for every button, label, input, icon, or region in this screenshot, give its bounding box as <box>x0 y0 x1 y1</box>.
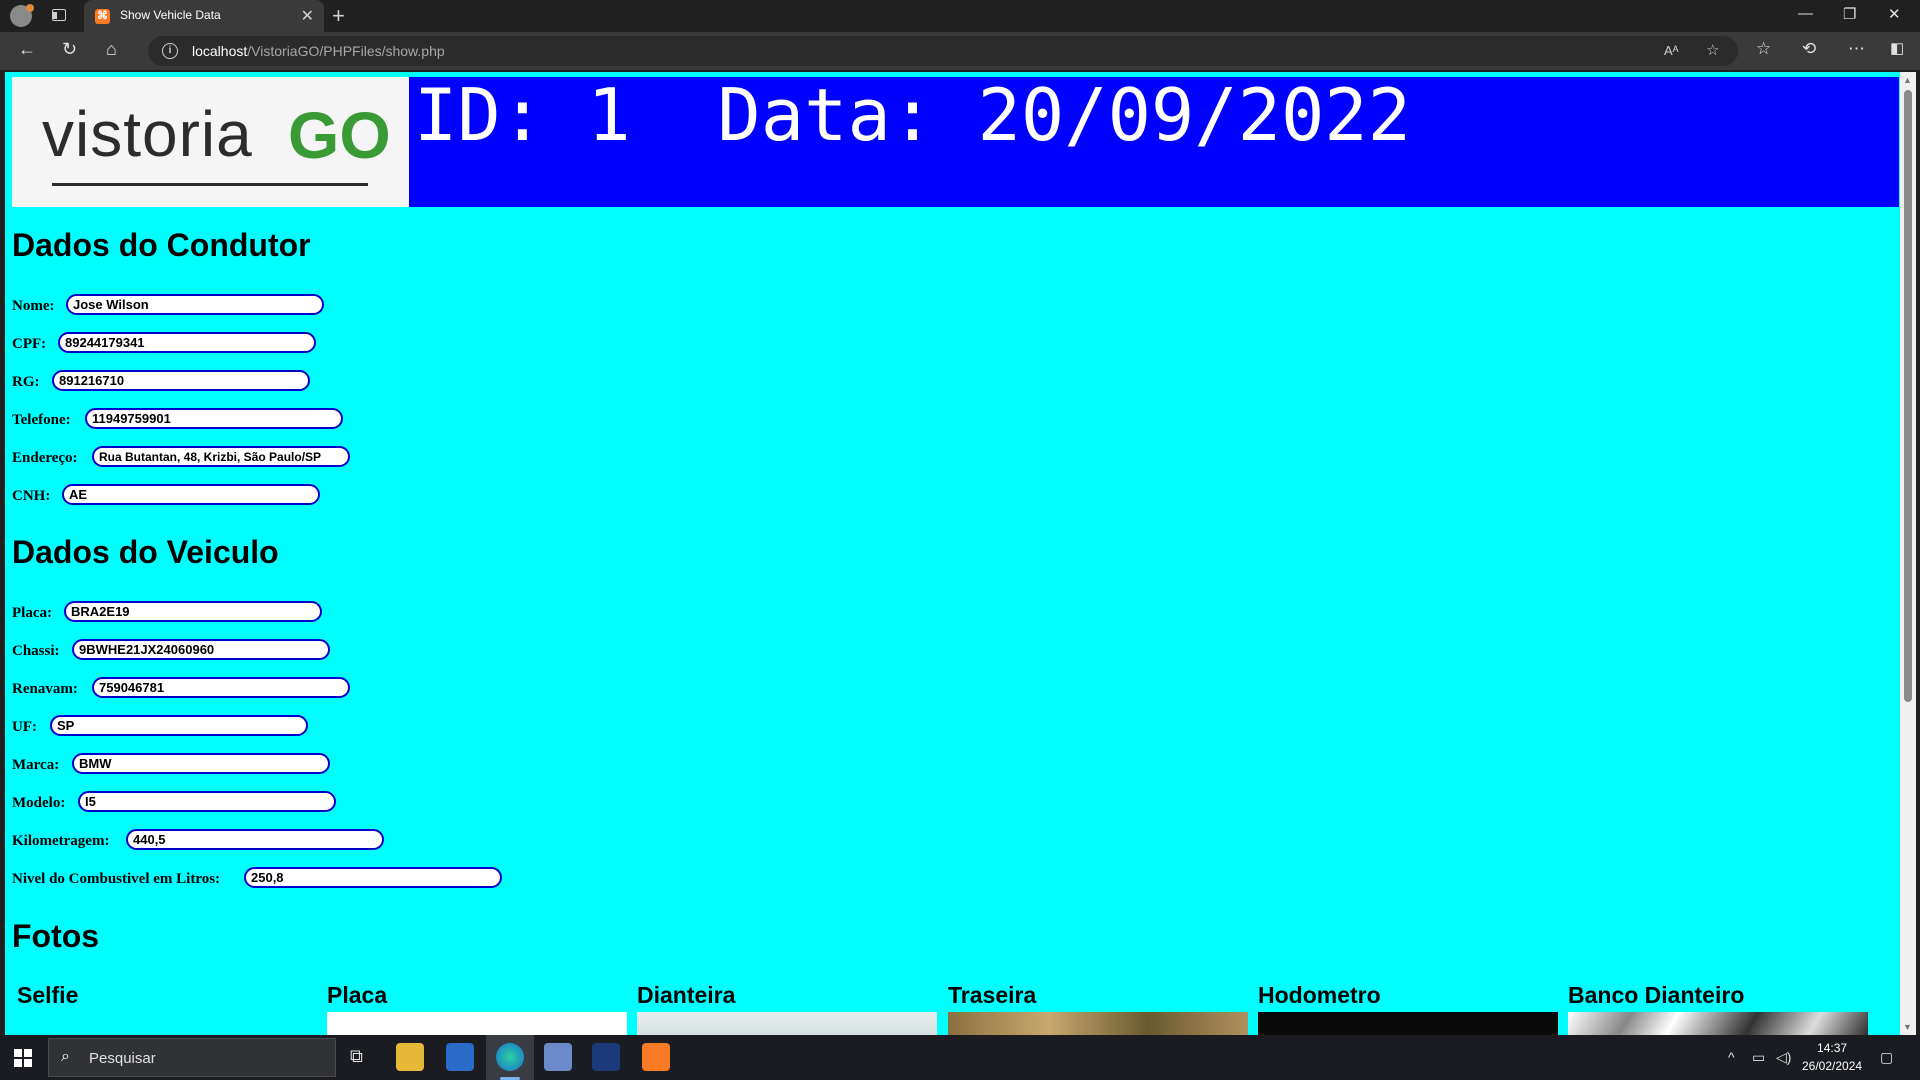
tab-actions-icon[interactable] <box>52 9 66 21</box>
renavam-label: Renavam: <box>12 681 78 697</box>
edge-icon[interactable] <box>496 1043 524 1071</box>
volume-icon[interactable]: ◁) <box>1776 1049 1791 1066</box>
uf-label: UF: <box>12 719 37 735</box>
minimize-icon[interactable]: — <box>1798 5 1813 22</box>
url-text[interactable]: localhost/VistoriaGO/PHPFiles/show.php <box>192 43 445 59</box>
chassi-field[interactable] <box>72 639 330 660</box>
foto-banco-dianteiro-image <box>1568 1012 1868 1035</box>
telefone-label: Telefone: <box>12 412 71 428</box>
vistoria-go-logo: vistoria GO <box>12 77 409 207</box>
foto-traseira-title: Traseira <box>948 982 1037 1008</box>
foto-dianteira-title: Dianteira <box>637 982 736 1008</box>
windows-taskbar: ⌕ Pesquisar ⧉ ^ ▭ ◁) 14:37 26/02/2024 ▢ <box>0 1035 1920 1080</box>
search-icon: ⌕ <box>61 1048 70 1065</box>
read-aloud-icon[interactable]: Aᴬ <box>1664 43 1679 58</box>
rg-field[interactable] <box>52 370 310 391</box>
nome-field[interactable] <box>66 294 324 315</box>
xampp-icon[interactable] <box>642 1043 670 1071</box>
cnh-label: CNH: <box>12 488 51 504</box>
endereco-field[interactable] <box>92 446 350 467</box>
network-icon[interactable]: ▭ <box>1752 1049 1765 1066</box>
tray-chevron-icon[interactable]: ^ <box>1728 1049 1735 1065</box>
nome-label: Nome: <box>12 298 55 314</box>
search-placeholder: Pesquisar <box>89 1050 156 1067</box>
scroll-up-icon[interactable]: ▲ <box>1903 75 1912 85</box>
endereco-label: Endereço: <box>12 450 78 466</box>
placa-field[interactable] <box>64 601 322 622</box>
foto-dianteira-image <box>637 1012 937 1035</box>
task-view-icon[interactable]: ⧉ <box>350 1046 363 1067</box>
foto-banco-dianteiro-title: Banco Dianteiro <box>1568 982 1745 1008</box>
taskbar-clock[interactable]: 14:37 26/02/2024 <box>1802 1039 1862 1075</box>
kilometragem-label: Kilometragem: <box>12 833 110 849</box>
placa-label: Placa: <box>12 605 52 621</box>
logo-text: vistoria <box>42 98 253 170</box>
vscode-icon[interactable] <box>592 1043 620 1071</box>
header-id-date: ID: 1 Data: 20/09/2022 <box>414 73 1411 157</box>
clock-time: 14:37 <box>1817 1041 1848 1055</box>
restore-icon[interactable]: ❐ <box>1843 5 1856 23</box>
foto-hodometro-title: Hodometro <box>1258 982 1381 1008</box>
condutor-section-title: Dados do Condutor <box>12 227 311 263</box>
header-banner: ID: 1 Data: 20/09/2022 <box>409 73 1899 207</box>
foto-hodometro-image <box>1258 1012 1558 1035</box>
close-window-icon[interactable]: ✕ <box>1888 5 1901 23</box>
app-icon-2[interactable] <box>544 1043 572 1071</box>
more-icon[interactable]: ⋯ <box>1848 39 1865 59</box>
logo-underline <box>52 183 368 186</box>
browser-tab-bar: ⌘ Show Vehicle Data ✕ + — ❐ ✕ <box>0 0 1920 32</box>
info-icon[interactable]: i <box>162 43 178 59</box>
close-tab-icon[interactable]: ✕ <box>301 6 314 26</box>
url-field[interactable]: i localhost/VistoriaGO/PHPFiles/show.php… <box>148 36 1738 66</box>
chassi-label: Chassi: <box>12 643 60 659</box>
favorites-icon[interactable]: ☆ <box>1756 39 1771 59</box>
modelo-label: Modelo: <box>12 795 66 811</box>
cpf-label: CPF: <box>12 336 47 352</box>
renavam-field[interactable] <box>92 677 350 698</box>
logo-go-text: GO <box>288 98 391 172</box>
back-icon[interactable]: ← <box>18 39 36 60</box>
kilometragem-field[interactable] <box>126 829 384 850</box>
refresh-icon[interactable]: ↻ <box>62 39 77 60</box>
app-icon[interactable] <box>446 1043 474 1071</box>
combustivel-label: Nivel do Combustivel em Litros: <box>12 871 221 887</box>
address-bar-row: ← ↻ ⌂ i localhost/VistoriaGO/PHPFiles/sh… <box>0 32 1920 70</box>
rg-label: RG: <box>12 374 40 390</box>
foto-selfie-title: Selfie <box>17 982 79 1008</box>
notification-icon[interactable]: ▢ <box>1880 1049 1893 1066</box>
tab-title: Show Vehicle Data <box>120 8 221 22</box>
profile-avatar[interactable] <box>10 4 34 27</box>
marca-field[interactable] <box>72 753 330 774</box>
scroll-thumb[interactable] <box>1904 90 1912 702</box>
foto-traseira-image <box>948 1012 1248 1035</box>
marca-label: Marca: <box>12 757 60 773</box>
clock-date: 26/02/2024 <box>1802 1059 1863 1073</box>
modelo-field[interactable] <box>78 791 336 812</box>
cpf-field[interactable] <box>58 332 316 353</box>
favorite-star-icon[interactable]: ☆ <box>1706 41 1719 59</box>
page-viewport: vistoria GO ID: 1 Data: 20/09/2022 Dados… <box>5 72 1900 1035</box>
foto-placa-image <box>327 1012 627 1035</box>
telefone-field[interactable] <box>85 408 343 429</box>
taskbar-search[interactable]: ⌕ Pesquisar <box>48 1038 336 1077</box>
home-icon[interactable]: ⌂ <box>106 39 117 60</box>
scroll-down-icon[interactable]: ▼ <box>1903 1022 1912 1032</box>
cnh-field[interactable] <box>62 484 320 505</box>
browser-tab[interactable]: ⌘ Show Vehicle Data ✕ <box>84 0 324 32</box>
foto-placa-title: Placa <box>327 982 388 1008</box>
xampp-favicon-icon: ⌘ <box>95 9 110 24</box>
sidebar-icon[interactable]: ◧ <box>1890 39 1904 57</box>
veiculo-section-title: Dados do Veiculo <box>12 534 279 570</box>
windows-start-icon[interactable] <box>14 1049 32 1067</box>
new-tab-icon[interactable]: + <box>332 3 345 29</box>
fotos-section-title: Fotos <box>12 918 100 954</box>
combustivel-field[interactable] <box>244 867 502 888</box>
file-explorer-icon[interactable] <box>396 1043 424 1071</box>
history-icon[interactable]: ⟲ <box>1802 39 1816 59</box>
page-scrollbar[interactable]: ▲ ▼ <box>1900 72 1916 1035</box>
uf-field[interactable] <box>50 715 308 736</box>
